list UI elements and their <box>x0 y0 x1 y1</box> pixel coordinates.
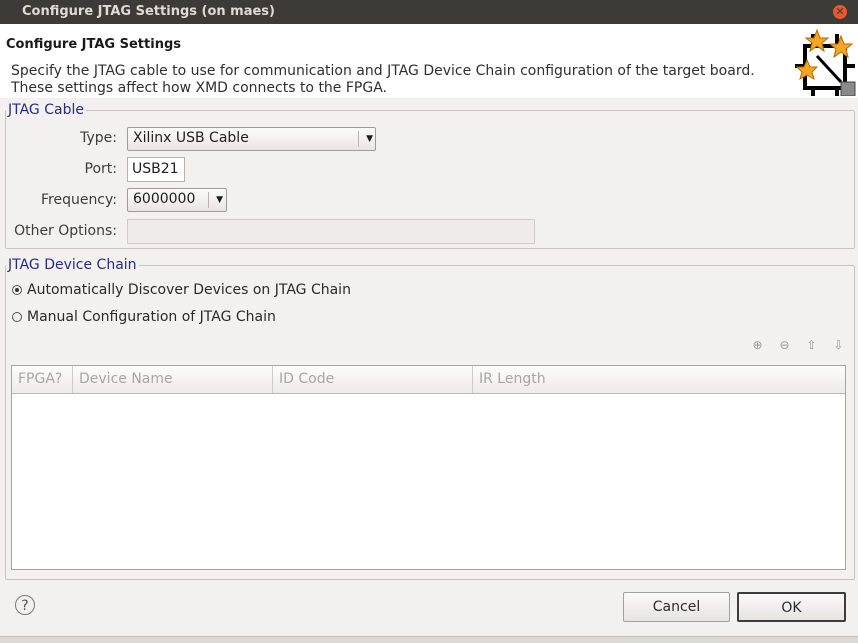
wizard-stars-icon <box>795 28 856 96</box>
dropdown-arrow-icon: ▼ <box>208 192 223 208</box>
jtag-cable-group-label: JTAG Cable <box>6 102 86 118</box>
title-bar: Configure JTAG Settings (on maes) ✕ <box>0 0 858 24</box>
radio-unselected-indicator <box>12 312 22 322</box>
radio-selected-indicator <box>12 285 22 295</box>
chain-toolbar: ⊕ ⊖ ⇧ ⇩ <box>739 338 847 352</box>
cable-type-value: Xilinx USB Cable <box>133 130 249 146</box>
help-icon[interactable]: ? <box>15 595 35 615</box>
frequency-label: Frequency: <box>40 192 117 208</box>
type-label: Type: <box>80 130 117 146</box>
cancel-button[interactable]: Cancel <box>623 592 730 622</box>
dialog-header: Configure JTAG Settings Specify the JTAG… <box>0 24 858 98</box>
auto-discover-label: Automatically Discover Devices on JTAG C… <box>27 282 351 298</box>
device-chain-group-label: JTAG Device Chain <box>6 257 139 273</box>
column-header-id-code[interactable]: ID Code <box>273 366 473 393</box>
move-up-icon[interactable]: ⇧ <box>803 338 820 352</box>
dropdown-arrow-icon: ▼ <box>358 131 373 147</box>
move-down-icon[interactable]: ⇩ <box>830 338 847 352</box>
device-chain-table[interactable]: FPGA? Device Name ID Code IR Length <box>11 365 846 570</box>
other-options-label: Other Options: <box>14 223 117 239</box>
column-header-ir-length[interactable]: IR Length <box>473 366 845 393</box>
column-header-fpga[interactable]: FPGA? <box>12 366 73 393</box>
frequency-value: 6000000 <box>133 191 196 207</box>
frequency-select[interactable]: 6000000 ▼ <box>127 188 227 212</box>
manual-config-radio[interactable]: Manual Configuration of JTAG Chain <box>12 309 276 325</box>
window-title: Configure JTAG Settings (on maes) <box>22 4 275 19</box>
auto-discover-radio[interactable]: Automatically Discover Devices on JTAG C… <box>12 282 351 298</box>
column-header-device-name[interactable]: Device Name <box>73 366 273 393</box>
table-header: FPGA? Device Name ID Code IR Length <box>12 366 845 394</box>
add-device-icon[interactable]: ⊕ <box>749 338 766 352</box>
cable-type-select[interactable]: Xilinx USB Cable ▼ <box>127 127 376 151</box>
description-line-1: Specify the JTAG cable to use for commun… <box>11 63 755 79</box>
close-icon[interactable]: ✕ <box>833 5 847 19</box>
other-options-field[interactable] <box>127 219 535 244</box>
manual-config-label: Manual Configuration of JTAG Chain <box>27 309 276 325</box>
ok-button[interactable]: OK <box>737 592 846 622</box>
dialog-title: Configure JTAG Settings <box>6 37 181 52</box>
port-field[interactable]: USB21 <box>127 157 185 182</box>
remove-device-icon[interactable]: ⊖ <box>776 338 793 352</box>
description-line-2: These settings affect how XMD connects t… <box>11 80 387 96</box>
port-label: Port: <box>84 161 117 177</box>
dialog-description: Specify the JTAG cable to use for commun… <box>11 63 791 97</box>
